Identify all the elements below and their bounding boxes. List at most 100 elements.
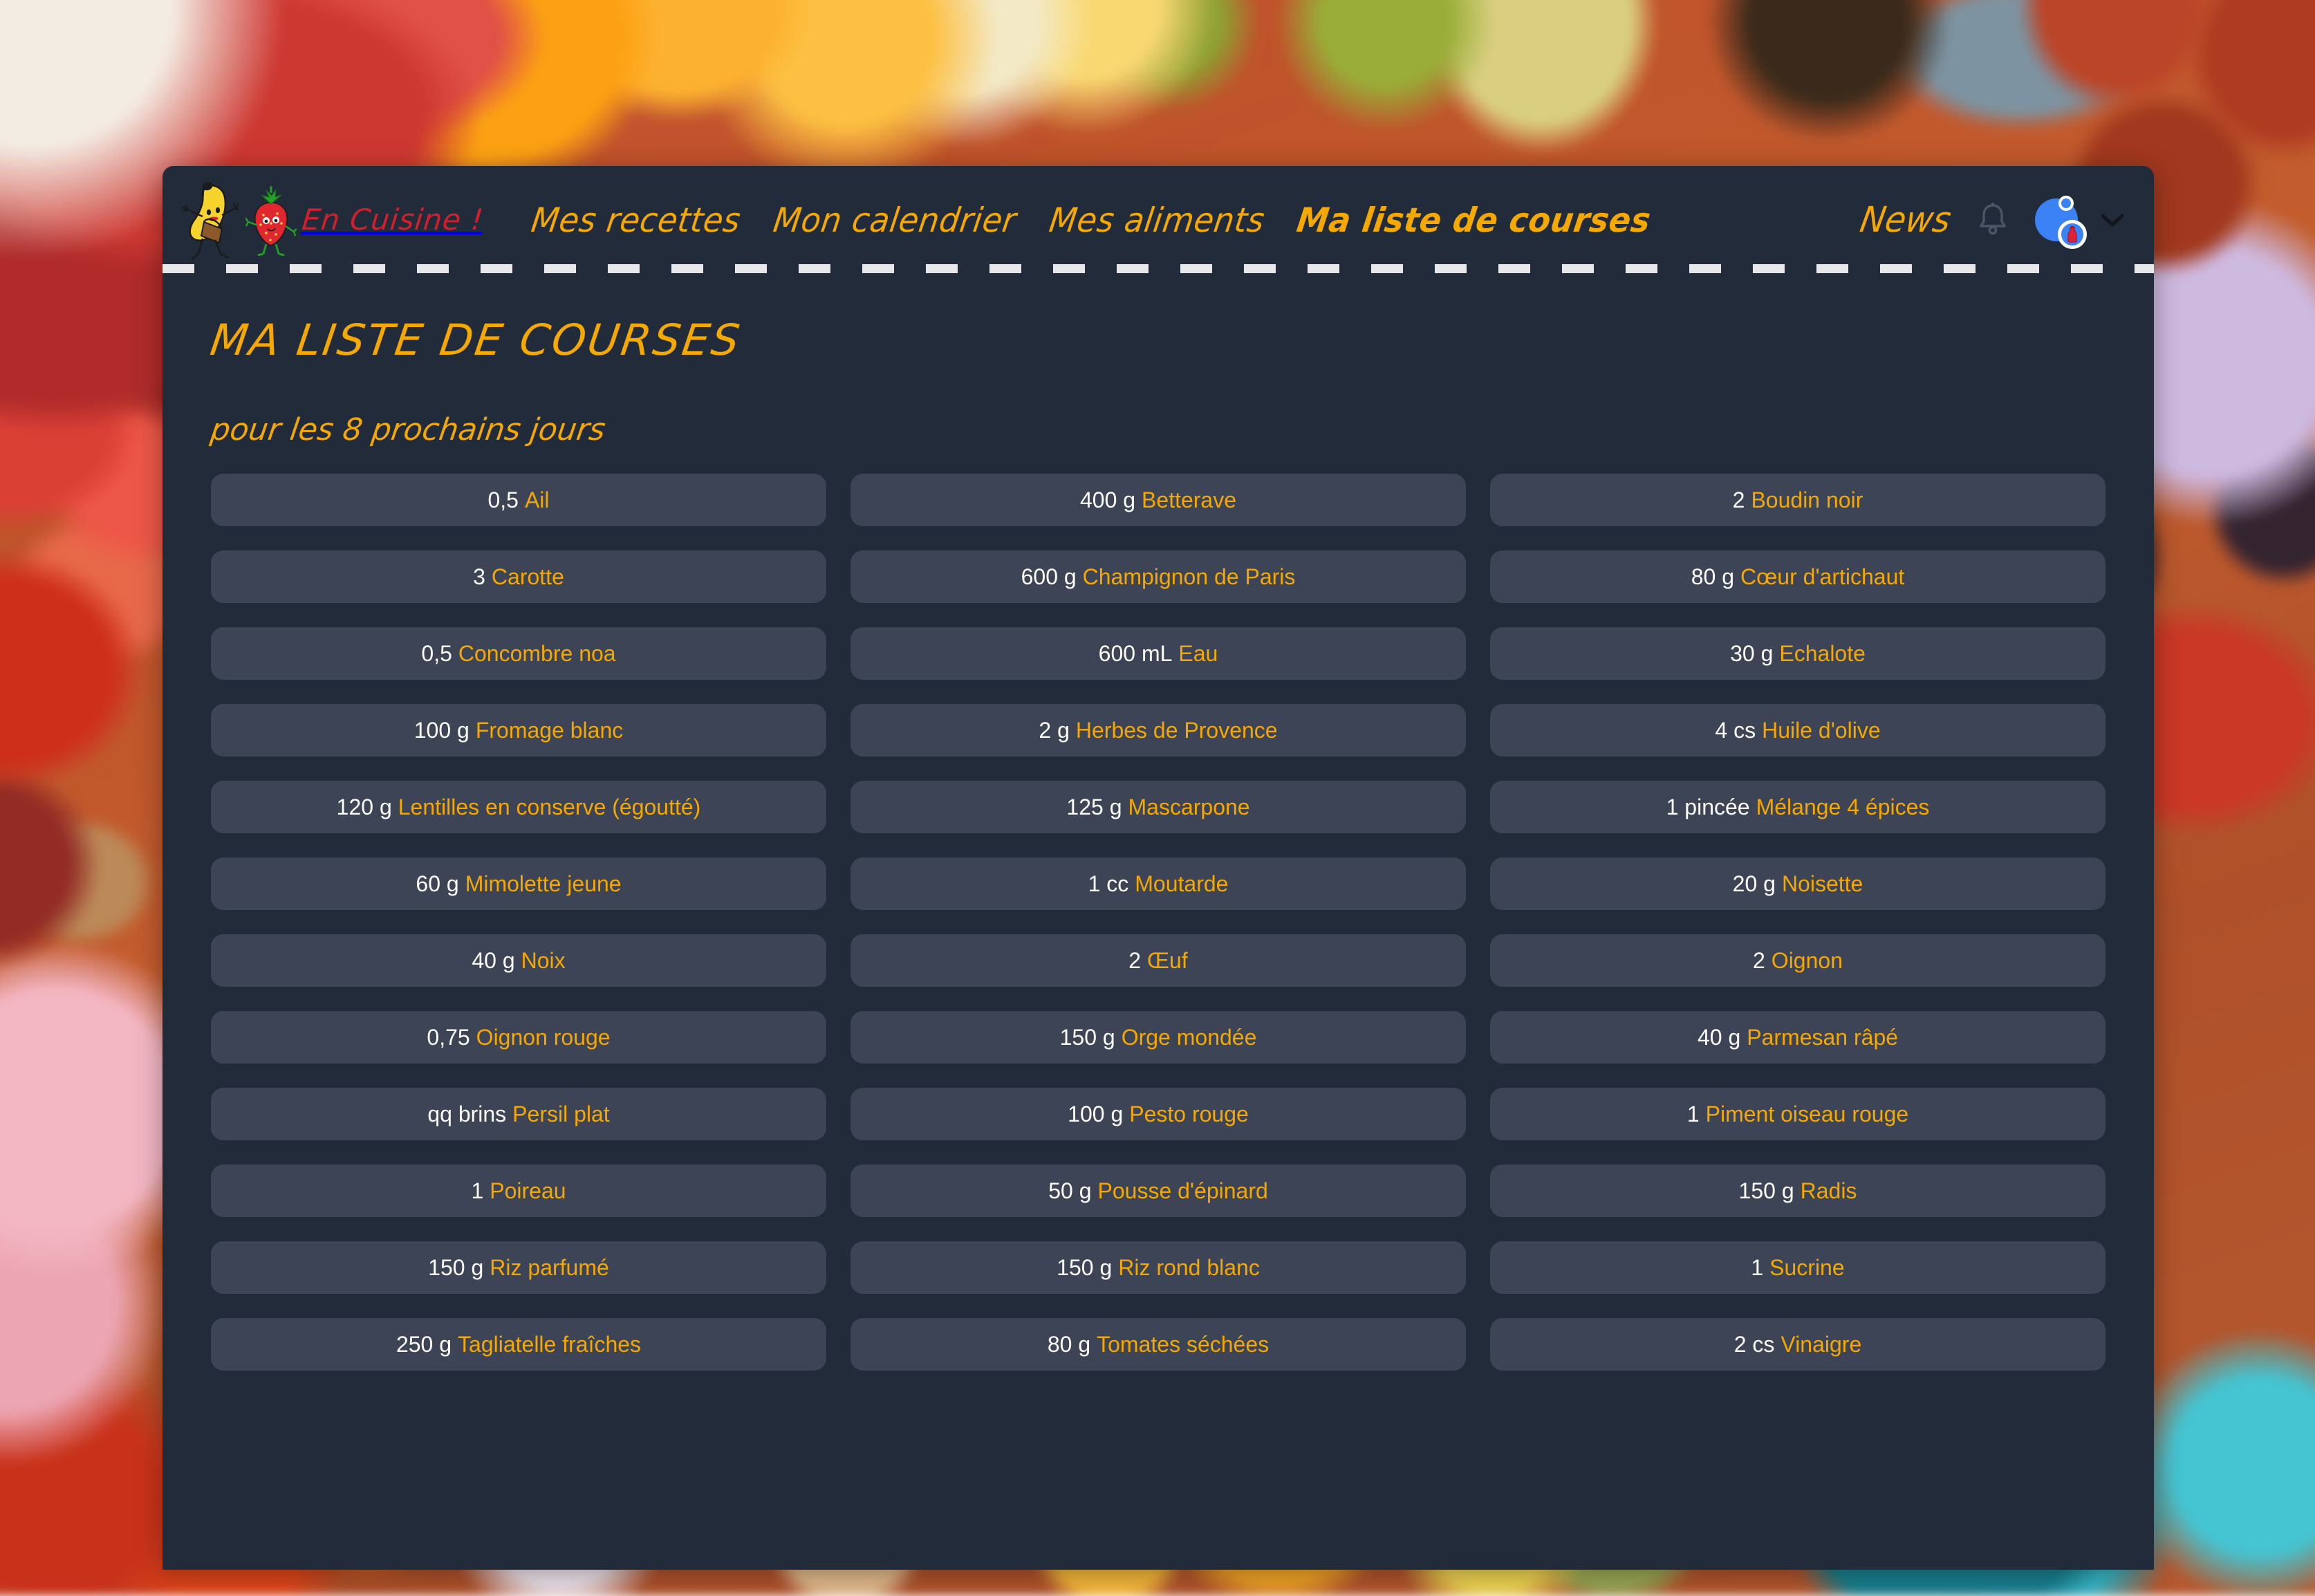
- nav-item-ma-liste-de-courses[interactable]: Ma liste de courses: [1294, 200, 1653, 239]
- item-quantity: 1: [1751, 1254, 1764, 1280]
- item-ingredient-name: Parmesan râpé: [1747, 1024, 1899, 1050]
- nav-item-mon-calendrier[interactable]: Mon calendrier: [771, 200, 1019, 239]
- item-ingredient-name: Noix: [521, 947, 566, 973]
- grocery-list-item[interactable]: qq brins Persil plat: [211, 1088, 826, 1140]
- item-ingredient-name: Tagliatelle fraîches: [458, 1331, 642, 1357]
- item-quantity: 40 g: [472, 947, 515, 973]
- item-ingredient-name: Riz rond blanc: [1118, 1254, 1260, 1280]
- grocery-list-item[interactable]: 50 g Pousse d'épinard: [850, 1164, 1466, 1217]
- grocery-list-item[interactable]: 3 Carotte: [211, 550, 826, 603]
- item-quantity: 30 g: [1730, 640, 1774, 666]
- grocery-list-item[interactable]: 1 Sucrine: [1490, 1241, 2105, 1294]
- navbar: En Cuisine ! Mes recettes Mon calendrier…: [162, 166, 2154, 273]
- item-ingredient-name: Mélange 4 épices: [1756, 794, 1930, 819]
- item-quantity: 0,5: [421, 640, 452, 666]
- grocery-list-item[interactable]: 125 g Mascarpone: [850, 781, 1466, 833]
- item-quantity: 0,75: [427, 1024, 470, 1050]
- page-title: MA LISTE DE COURSES: [207, 315, 745, 365]
- item-ingredient-name: Pousse d'épinard: [1097, 1178, 1268, 1203]
- navbar-dashed-divider: [162, 264, 2154, 273]
- avatar-badge: [2058, 219, 2087, 249]
- grocery-list-item[interactable]: 1 Piment oiseau rouge: [1490, 1088, 2105, 1140]
- navbar-right-group: News: [1857, 195, 2126, 249]
- item-quantity: 80 g: [1047, 1331, 1091, 1357]
- grocery-list-item[interactable]: 40 g Parmesan râpé: [1490, 1011, 2105, 1064]
- page-subtitle: pour les 8 prochains jours: [208, 412, 608, 447]
- item-ingredient-name: Huile d'olive: [1762, 717, 1881, 743]
- item-quantity: 120 g: [336, 794, 392, 819]
- item-quantity: 100 g: [413, 717, 469, 743]
- strawberry-mascot-icon: [245, 185, 297, 256]
- item-quantity: 40 g: [1697, 1024, 1741, 1050]
- grocery-list-item[interactable]: 80 g Tomates séchées: [850, 1318, 1466, 1371]
- item-ingredient-name: Mascarpone: [1128, 794, 1250, 819]
- grocery-list-item[interactable]: 150 g Orge mondée: [850, 1011, 1466, 1064]
- item-ingredient-name: Persil plat: [512, 1101, 610, 1126]
- grocery-list-item[interactable]: 150 g Radis: [1490, 1164, 2105, 1217]
- grocery-list-item[interactable]: 1 Poireau: [211, 1164, 826, 1217]
- chevron-down-icon[interactable]: [2099, 210, 2126, 230]
- grocery-list-item[interactable]: 20 g Noisette: [1490, 857, 2105, 910]
- grocery-list-item[interactable]: 600 mL Eau: [850, 627, 1466, 680]
- item-ingredient-name: Champignon de Paris: [1082, 564, 1296, 589]
- item-ingredient-name: Carotte: [491, 564, 564, 589]
- grocery-list-item[interactable]: 2 cs Vinaigre: [1490, 1318, 2105, 1371]
- item-ingredient-name: Poireau: [490, 1178, 566, 1203]
- nav-item-mes-aliments[interactable]: Mes aliments: [1046, 200, 1267, 239]
- item-ingredient-name: Moutarde: [1135, 871, 1229, 896]
- nav-item-mes-recettes[interactable]: Mes recettes: [529, 200, 743, 239]
- item-quantity: 2: [1732, 487, 1745, 512]
- item-ingredient-name: Orge mondée: [1121, 1024, 1257, 1050]
- page-body: MA LISTE DE COURSES pour les 8 prochains…: [162, 273, 2154, 1371]
- item-quantity: 400 g: [1079, 487, 1136, 512]
- grocery-list-item[interactable]: 600 g Champignon de Paris: [850, 550, 1466, 603]
- item-ingredient-name: Lentilles en conserve (égoutté): [398, 794, 701, 819]
- grocery-list-item[interactable]: 0,5 Concombre noa: [211, 627, 826, 680]
- item-ingredient-name: Fromage blanc: [475, 717, 624, 743]
- item-quantity: qq brins: [427, 1101, 507, 1126]
- grocery-list-item[interactable]: 0,5 Ail: [211, 474, 826, 526]
- item-quantity: 80 g: [1691, 564, 1734, 589]
- grocery-list-item[interactable]: 100 g Pesto rouge: [850, 1088, 1466, 1140]
- item-quantity: 250 g: [396, 1331, 452, 1357]
- item-ingredient-name: Pesto rouge: [1129, 1101, 1249, 1126]
- grocery-list-item[interactable]: 80 g Cœur d'artichaut: [1490, 550, 2105, 603]
- grocery-list-item[interactable]: 400 g Betterave: [850, 474, 1466, 526]
- grocery-list-item[interactable]: 2 g Herbes de Provence: [850, 704, 1466, 757]
- grocery-list-item[interactable]: 120 g Lentilles en conserve (égoutté): [211, 781, 826, 833]
- grocery-list-item[interactable]: 100 g Fromage blanc: [211, 704, 826, 757]
- brand-logo-link[interactable]: En Cuisine !: [179, 179, 485, 261]
- bell-icon[interactable]: [1975, 201, 2010, 239]
- grocery-list-item[interactable]: 2 Œuf: [850, 934, 1466, 987]
- grocery-list-item[interactable]: 4 cs Huile d'olive: [1490, 704, 2105, 757]
- grocery-list-item[interactable]: 2 Oignon: [1490, 934, 2105, 987]
- item-ingredient-name: Boudin noir: [1751, 487, 1863, 512]
- grocery-list-item[interactable]: 1 cc Moutarde: [850, 857, 1466, 910]
- news-link[interactable]: News: [1857, 199, 1954, 240]
- grocery-list-item[interactable]: 250 g Tagliatelle fraîches: [211, 1318, 826, 1371]
- item-ingredient-name: Œuf: [1147, 947, 1188, 973]
- app-card: En Cuisine ! Mes recettes Mon calendrier…: [162, 166, 2154, 1570]
- item-ingredient-name: Concombre noa: [458, 640, 616, 666]
- item-quantity: 150 g: [1057, 1254, 1113, 1280]
- item-ingredient-name: Radis: [1800, 1178, 1857, 1203]
- grocery-list-item[interactable]: 40 g Noix: [211, 934, 826, 987]
- item-quantity: 150 g: [428, 1254, 484, 1280]
- item-quantity: 125 g: [1066, 794, 1122, 819]
- grocery-list-item[interactable]: 2 Boudin noir: [1490, 474, 2105, 526]
- grocery-list-item[interactable]: 150 g Riz rond blanc: [850, 1241, 1466, 1294]
- grocery-list-item[interactable]: 150 g Riz parfumé: [211, 1241, 826, 1294]
- grocery-list-item[interactable]: 0,75 Oignon rouge: [211, 1011, 826, 1064]
- grocery-list-item[interactable]: 30 g Echalote: [1490, 627, 2105, 680]
- item-quantity: 150 g: [1738, 1178, 1794, 1203]
- item-ingredient-name: Mimolette jeune: [465, 871, 622, 896]
- avatar[interactable]: [2035, 195, 2087, 249]
- item-quantity: 1 cc: [1088, 871, 1129, 896]
- grocery-list-item[interactable]: 60 g Mimolette jeune: [211, 857, 826, 910]
- item-ingredient-name: Oignon: [1771, 947, 1843, 973]
- item-quantity: 3: [473, 564, 485, 589]
- item-ingredient-name: Riz parfumé: [490, 1254, 609, 1280]
- item-ingredient-name: Tomates séchées: [1097, 1331, 1270, 1357]
- item-quantity: 2 g: [1039, 717, 1070, 743]
- grocery-list-item[interactable]: 1 pincée Mélange 4 épices: [1490, 781, 2105, 833]
